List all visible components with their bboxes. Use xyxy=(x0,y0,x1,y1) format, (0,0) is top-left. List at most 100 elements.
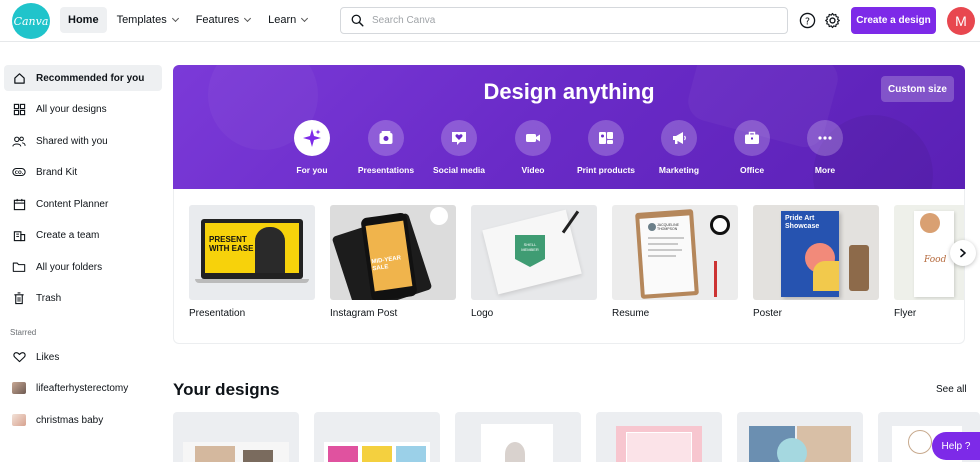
help-button[interactable]: ? xyxy=(797,10,817,30)
template-label: Instagram Post xyxy=(330,308,398,319)
folder-icon xyxy=(12,260,26,274)
chevron-down-icon xyxy=(244,14,252,23)
category-for-you[interactable]: For you xyxy=(272,120,352,175)
svg-text:?: ? xyxy=(804,16,809,27)
category-print-products[interactable]: Print products xyxy=(566,120,646,175)
nav-templates-label: Templates xyxy=(116,14,167,26)
category-office[interactable]: Office xyxy=(712,120,792,175)
your-designs-title: Your designs xyxy=(173,380,280,399)
top-nav: Home Templates Features Learn xyxy=(60,7,315,33)
search-bar[interactable] xyxy=(340,7,788,34)
category-label: Office xyxy=(739,165,765,175)
category-label: Social media xyxy=(433,165,485,175)
nav-features-label: Features xyxy=(195,14,240,26)
thumbnail-text: PRESENT WITH EASE xyxy=(209,235,254,253)
template-carousel: PRESENT WITH EASE Presentation MID-YEAR … xyxy=(173,189,965,344)
template-card-instagram-post[interactable]: MID-YEAR SALE Instagram Post xyxy=(330,205,456,319)
thumbnail-text: Food xyxy=(924,255,947,265)
more-dots-icon xyxy=(807,120,843,156)
starred-heading: Starred xyxy=(10,328,37,337)
category-marketing[interactable]: Marketing xyxy=(639,120,719,175)
custom-size-button[interactable]: Custom size xyxy=(881,76,954,102)
category-label: Print products xyxy=(576,165,636,175)
create-design-button[interactable]: Create a design xyxy=(851,7,936,34)
nav-home[interactable]: Home xyxy=(60,7,107,33)
template-card-presentation[interactable]: PRESENT WITH EASE Presentation xyxy=(189,205,315,319)
sidebar-item-recommended[interactable]: Recommended for you xyxy=(4,65,162,91)
heart-icon xyxy=(12,350,26,364)
design-card[interactable] xyxy=(737,412,863,462)
design-thumbnail xyxy=(12,413,26,427)
sidebar-item-label: christmas baby xyxy=(36,414,104,426)
sidebar-item-likes[interactable]: Likes xyxy=(4,344,162,370)
thumbnail-text: SHELL MEMBER xyxy=(521,242,539,252)
category-more[interactable]: More xyxy=(785,120,865,175)
category-label: For you xyxy=(296,165,328,175)
brand-kit-icon: CO. xyxy=(12,165,26,179)
home-icon xyxy=(12,71,26,85)
nav-learn[interactable]: Learn xyxy=(260,7,315,33)
sidebar-item-starred-design[interactable]: christmas baby xyxy=(4,407,162,433)
category-social-media[interactable]: Social media xyxy=(419,120,499,175)
sidebar-item-label: All your designs xyxy=(36,103,107,115)
template-card-logo[interactable]: SHELL MEMBER Logo xyxy=(471,205,597,319)
design-card[interactable] xyxy=(173,412,299,462)
category-video[interactable]: Video xyxy=(493,120,573,175)
design-card[interactable] xyxy=(596,412,722,462)
nav-templates[interactable]: Templates xyxy=(109,7,186,33)
design-card[interactable] xyxy=(455,412,581,462)
help-button-floating[interactable]: Help ? xyxy=(932,432,980,460)
template-card-poster[interactable]: Pride Art Showcase Poster xyxy=(753,205,879,319)
megaphone-icon xyxy=(661,120,697,156)
template-label: Resume xyxy=(612,308,650,319)
sidebar-item-label: Recommended for you xyxy=(36,72,145,84)
template-label: Flyer xyxy=(894,308,917,319)
trash-icon xyxy=(12,291,26,305)
template-label: Poster xyxy=(753,308,782,319)
chevron-right-icon xyxy=(960,248,966,258)
sidebar-item-all-designs[interactable]: All your designs xyxy=(4,96,162,122)
search-input[interactable] xyxy=(372,15,752,26)
help-label: Help ? xyxy=(941,440,971,452)
sidebar-item-label: Trash xyxy=(36,292,62,304)
hero-title: Design anything xyxy=(483,79,655,104)
grid-icon xyxy=(12,102,26,116)
sidebar-item-brand-kit[interactable]: CO. Brand Kit xyxy=(4,159,162,185)
category-presentations[interactable]: Presentations xyxy=(346,120,426,175)
thumbnail-text: JACQUELINE THOMPSON xyxy=(657,223,679,231)
template-card-resume[interactable]: JACQUELINE THOMPSON Resume xyxy=(612,205,738,319)
sidebar-item-create-team[interactable]: Create a team xyxy=(4,222,162,248)
sidebar-item-content-planner[interactable]: Content Planner xyxy=(4,191,162,217)
custom-size-label: Custom size xyxy=(888,83,947,95)
gear-icon xyxy=(824,12,840,28)
template-label: Logo xyxy=(471,308,494,319)
question-circle-icon: ? xyxy=(799,12,815,28)
canva-logo[interactable]: Canva xyxy=(12,3,50,39)
sidebar-item-label: Shared with you xyxy=(36,135,108,147)
sidebar-item-folders[interactable]: All your folders xyxy=(4,254,162,280)
sparkle-icon xyxy=(294,120,330,156)
sidebar-item-label: Likes xyxy=(36,351,60,363)
avatar-initial: M xyxy=(955,13,967,29)
sidebar-item-label: Create a team xyxy=(36,229,100,241)
nav-learn-label: Learn xyxy=(268,14,297,26)
sidebar-item-label: lifeafterhysterectomy xyxy=(36,382,129,394)
sidebar-item-label: Content Planner xyxy=(36,198,109,210)
template-thumbnail: PRESENT WITH EASE xyxy=(189,205,315,300)
design-card[interactable] xyxy=(314,412,440,462)
sidebar-item-shared[interactable]: Shared with you xyxy=(4,128,162,154)
print-icon xyxy=(588,120,624,156)
design-thumbnail xyxy=(12,381,26,395)
search-icon xyxy=(351,14,364,27)
category-label: Marketing xyxy=(658,165,700,175)
see-all-link[interactable]: See all xyxy=(936,384,967,395)
category-label: Video xyxy=(521,165,545,175)
nav-features[interactable]: Features xyxy=(188,7,258,33)
nav-home-label: Home xyxy=(68,14,99,26)
template-label: Presentation xyxy=(189,308,246,319)
carousel-next-button[interactable] xyxy=(950,240,976,266)
avatar[interactable]: M xyxy=(947,7,975,35)
sidebar-item-starred-design[interactable]: lifeafterhysterectomy xyxy=(4,375,162,401)
settings-button[interactable] xyxy=(822,10,842,30)
sidebar-item-trash[interactable]: Trash xyxy=(4,285,162,311)
